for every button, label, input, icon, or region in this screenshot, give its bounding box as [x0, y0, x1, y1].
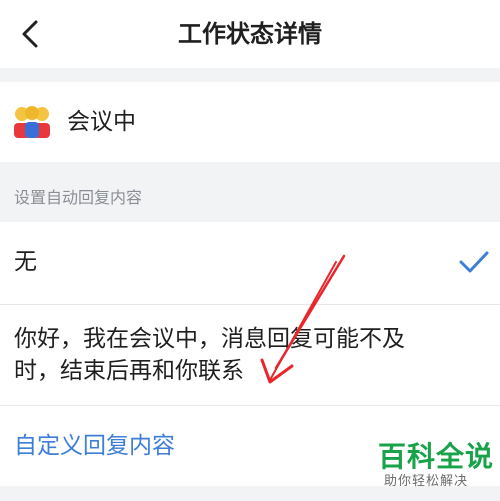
watermark-brand: 百科全说	[378, 440, 495, 473]
current-status[interactable]: 会议中	[0, 82, 500, 162]
reply-option-none[interactable]: 无	[0, 222, 500, 304]
reply-option-meeting[interactable]: 你好，我在会议中，消息回复可能不及时，结束后再和你联系	[0, 305, 500, 405]
watermark-subtitle: 助你轻松解决	[384, 474, 469, 489]
reply-option-none-label: 无	[14, 249, 37, 275]
custom-reply-label: 自定义回复内容	[14, 433, 175, 459]
page-title: 工作状态详情	[178, 20, 322, 48]
status-label: 会议中	[67, 109, 136, 135]
reply-option-meeting-text: 你好，我在会议中，消息回复可能不及时，结束后再和你联系	[14, 326, 405, 384]
section-label-auto-reply: 设置自动回复内容	[14, 188, 143, 207]
checkmark-icon	[459, 251, 489, 273]
meeting-people-emoji-icon	[14, 106, 50, 138]
top-bar: 工作状态详情	[0, 0, 500, 68]
